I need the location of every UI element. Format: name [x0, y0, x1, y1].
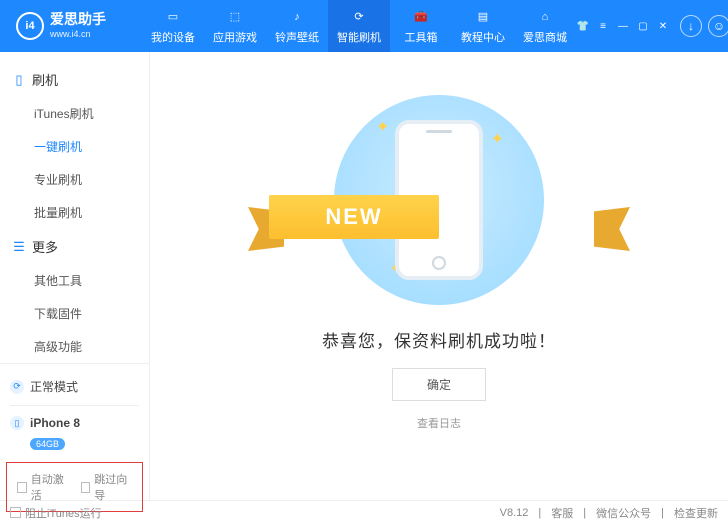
sidebar-item-download-firmware[interactable]: 下载固件	[0, 297, 149, 330]
sidebar-item-batch-flash[interactable]: 批量刷机	[0, 196, 149, 229]
sidebar-status: ⟳ 正常模式 ▯ iPhone 8 64GB	[0, 363, 149, 458]
minimize-button[interactable]: —	[616, 19, 630, 33]
app-logo: i4 爱思助手 www.i4.cn	[8, 12, 128, 40]
user-button[interactable]: ☺	[708, 15, 728, 37]
tab-tutorials[interactable]: ▤教程中心	[452, 0, 514, 52]
tab-flash[interactable]: ⟳智能刷机	[328, 0, 390, 52]
tab-apps[interactable]: ⬚应用游戏	[204, 0, 266, 52]
success-illustration: ✦ ✦ ✦ NEW	[334, 95, 544, 305]
app-header: i4 爱思助手 www.i4.cn ▭我的设备 ⬚应用游戏 ♪铃声壁纸 ⟳智能刷…	[0, 0, 728, 52]
tab-my-device[interactable]: ▭我的设备	[142, 0, 204, 52]
success-message: 恭喜您，保资料刷机成功啦！	[322, 327, 556, 352]
book-icon: ▤	[474, 8, 492, 26]
sidebar-group-more: ☰ 更多	[0, 229, 149, 264]
main-tabs: ▭我的设备 ⬚应用游戏 ♪铃声壁纸 ⟳智能刷机 🧰工具箱 ▤教程中心 ⌂爱思商城	[142, 0, 576, 52]
device-mode[interactable]: ⟳ 正常模式	[10, 372, 139, 401]
device-name[interactable]: ▯ iPhone 8	[10, 410, 139, 436]
storage-badge: 64GB	[30, 438, 65, 450]
sidebar-item-advanced[interactable]: 高级功能	[0, 330, 149, 363]
apps-icon: ⬚	[226, 8, 244, 26]
status-icon: ⟳	[10, 380, 24, 394]
download-button[interactable]: ↓	[680, 15, 702, 37]
skin-button[interactable]: 👕	[576, 19, 590, 33]
sidebar-item-oneclick-flash[interactable]: 一键刷机	[0, 130, 149, 163]
maximize-button[interactable]: ▢	[636, 19, 650, 33]
app-url: www.i4.cn	[50, 29, 91, 39]
logo-icon: i4	[16, 12, 44, 40]
shop-icon: ⌂	[536, 8, 554, 26]
sidebar: ▯ 刷机 iTunes刷机 一键刷机 专业刷机 批量刷机 ☰ 更多 其他工具 下…	[0, 52, 150, 500]
close-button[interactable]: ✕	[656, 19, 670, 33]
menu-icon: ☰	[12, 240, 26, 254]
footer-link-support[interactable]: 客服	[551, 505, 573, 521]
sidebar-item-other-tools[interactable]: 其他工具	[0, 264, 149, 297]
new-ribbon: NEW	[354, 195, 524, 239]
check-block-itunes[interactable]: 阻止iTunes运行	[10, 505, 102, 521]
version-label: V8.12	[500, 507, 529, 519]
check-skip-guide[interactable]: 跳过向导	[81, 471, 133, 503]
main-panel: ✦ ✦ ✦ NEW 恭喜您，保资料刷机成功啦！ 确定 查看日志	[150, 52, 728, 500]
sidebar-group-flash: ▯ 刷机	[0, 62, 149, 97]
footer-link-update[interactable]: 检查更新	[674, 505, 718, 521]
tab-toolbox[interactable]: 🧰工具箱	[390, 0, 452, 52]
refresh-icon: ⟳	[350, 8, 368, 26]
tab-store[interactable]: ⌂爱思商城	[514, 0, 576, 52]
tab-ringtones[interactable]: ♪铃声壁纸	[266, 0, 328, 52]
ok-button[interactable]: 确定	[392, 368, 486, 401]
music-icon: ♪	[288, 8, 306, 26]
phone-icon: ▯	[12, 73, 26, 87]
check-auto-activate[interactable]: 自动激活	[17, 471, 69, 503]
menu-button[interactable]: ≡	[596, 19, 610, 33]
phone-icon: ▭	[164, 8, 182, 26]
toolbox-icon: 🧰	[412, 8, 430, 26]
sidebar-item-pro-flash[interactable]: 专业刷机	[0, 163, 149, 196]
device-icon: ▯	[10, 416, 24, 430]
view-log-link[interactable]: 查看日志	[417, 415, 461, 431]
sidebar-item-itunes-flash[interactable]: iTunes刷机	[0, 97, 149, 130]
app-name: 爱思助手	[50, 12, 106, 26]
window-controls: 👕 ≡ — ▢ ✕	[576, 19, 670, 33]
footer-link-wechat[interactable]: 微信公众号	[596, 505, 651, 521]
